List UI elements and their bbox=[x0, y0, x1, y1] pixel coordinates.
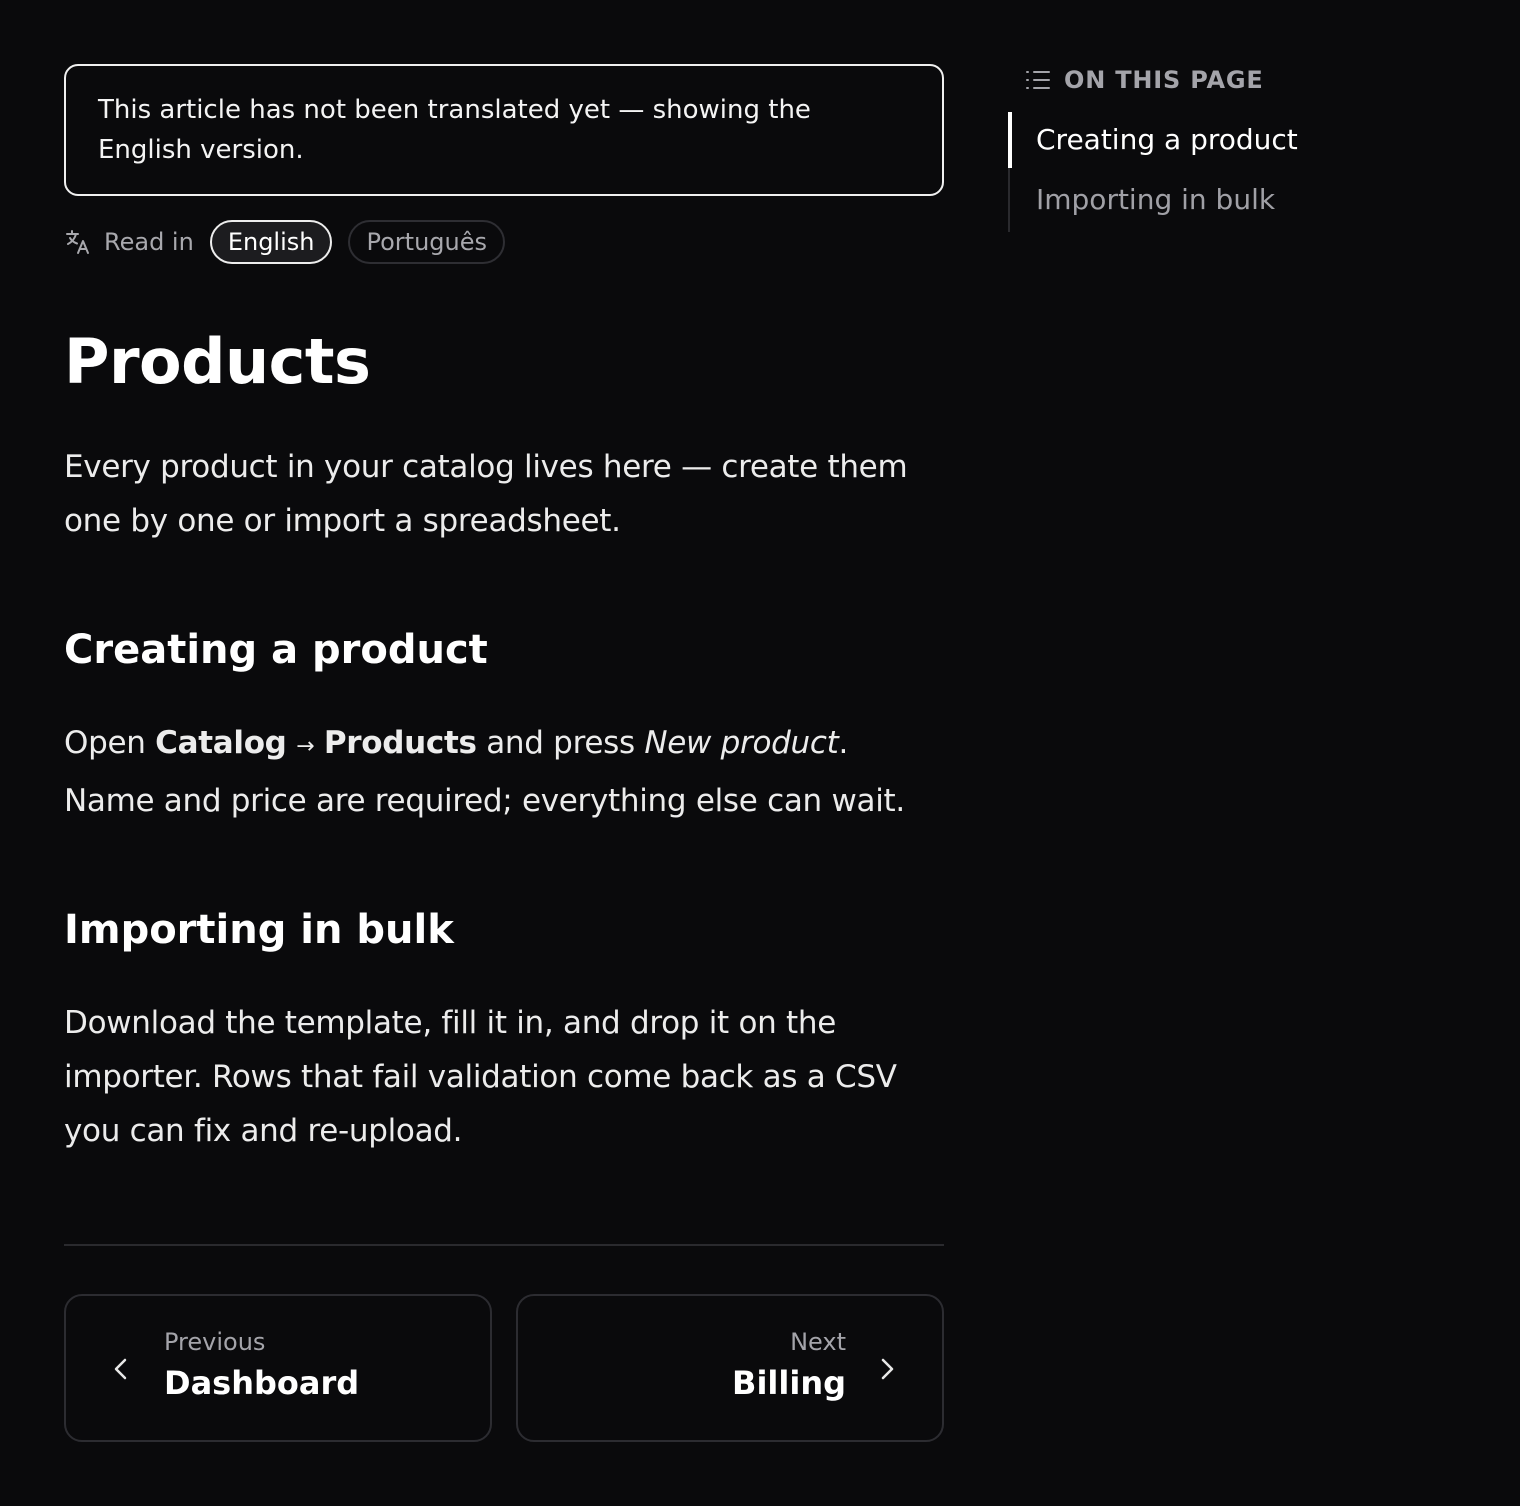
read-in-label: Read in bbox=[104, 228, 194, 256]
toc-header: ON THIS PAGE bbox=[1024, 60, 1468, 100]
language-switcher: Read in English Português bbox=[64, 220, 944, 264]
section-heading-importing: Importing in bulk bbox=[64, 907, 454, 953]
section-heading-creating: Creating a product bbox=[64, 627, 488, 673]
language-option-english[interactable]: English bbox=[209, 220, 333, 264]
previous-title: Dashboard bbox=[164, 1364, 360, 1402]
section-body-creating: Open Catalog → Products and press New pr… bbox=[64, 716, 944, 828]
arrow-glyph: → bbox=[296, 734, 315, 759]
translation-notice: This article has not been translated yet… bbox=[64, 64, 944, 196]
body-text: and press bbox=[476, 725, 645, 761]
products-strong: Products bbox=[323, 725, 477, 761]
previous-label: Previous bbox=[164, 1328, 266, 1356]
language-option-portuguese[interactable]: Português bbox=[348, 220, 505, 264]
toc-heading: ON THIS PAGE bbox=[1064, 66, 1264, 94]
toc-item-importing-in-bulk[interactable]: Importing in bulk bbox=[1010, 172, 1468, 232]
article-lead: Every product in your catalog lives here… bbox=[64, 449, 908, 539]
chevron-left-icon bbox=[114, 1358, 127, 1380]
list-icon bbox=[1026, 71, 1050, 89]
catalog-strong: Catalog bbox=[155, 725, 287, 761]
body-text: Open bbox=[64, 725, 156, 761]
next-title: Billing bbox=[732, 1364, 846, 1402]
chevron-right-icon bbox=[881, 1358, 894, 1380]
new-product-emphasis: New product bbox=[644, 725, 839, 761]
article-column: This article has not been translated yet… bbox=[64, 64, 944, 1158]
next-page-link[interactable]: Next Billing bbox=[516, 1294, 944, 1442]
section-body-importing: Download the template, fill it in, and d… bbox=[64, 1005, 897, 1149]
table-of-contents: ON THIS PAGE Creating a product Importin… bbox=[1008, 60, 1468, 232]
toc-list: Creating a product Importing in bulk bbox=[1008, 112, 1468, 232]
previous-page-link[interactable]: Previous Dashboard bbox=[64, 1294, 492, 1442]
docs-page: This article has not been translated yet… bbox=[0, 0, 1520, 1506]
toc-item-creating-a-product[interactable]: Creating a product bbox=[1008, 112, 1468, 172]
next-label: Next bbox=[790, 1328, 846, 1356]
page-title: Products bbox=[64, 325, 371, 398]
translate-icon bbox=[66, 230, 89, 254]
footer-divider bbox=[64, 1244, 944, 1246]
translation-notice-text: This article has not been translated yet… bbox=[98, 95, 811, 165]
